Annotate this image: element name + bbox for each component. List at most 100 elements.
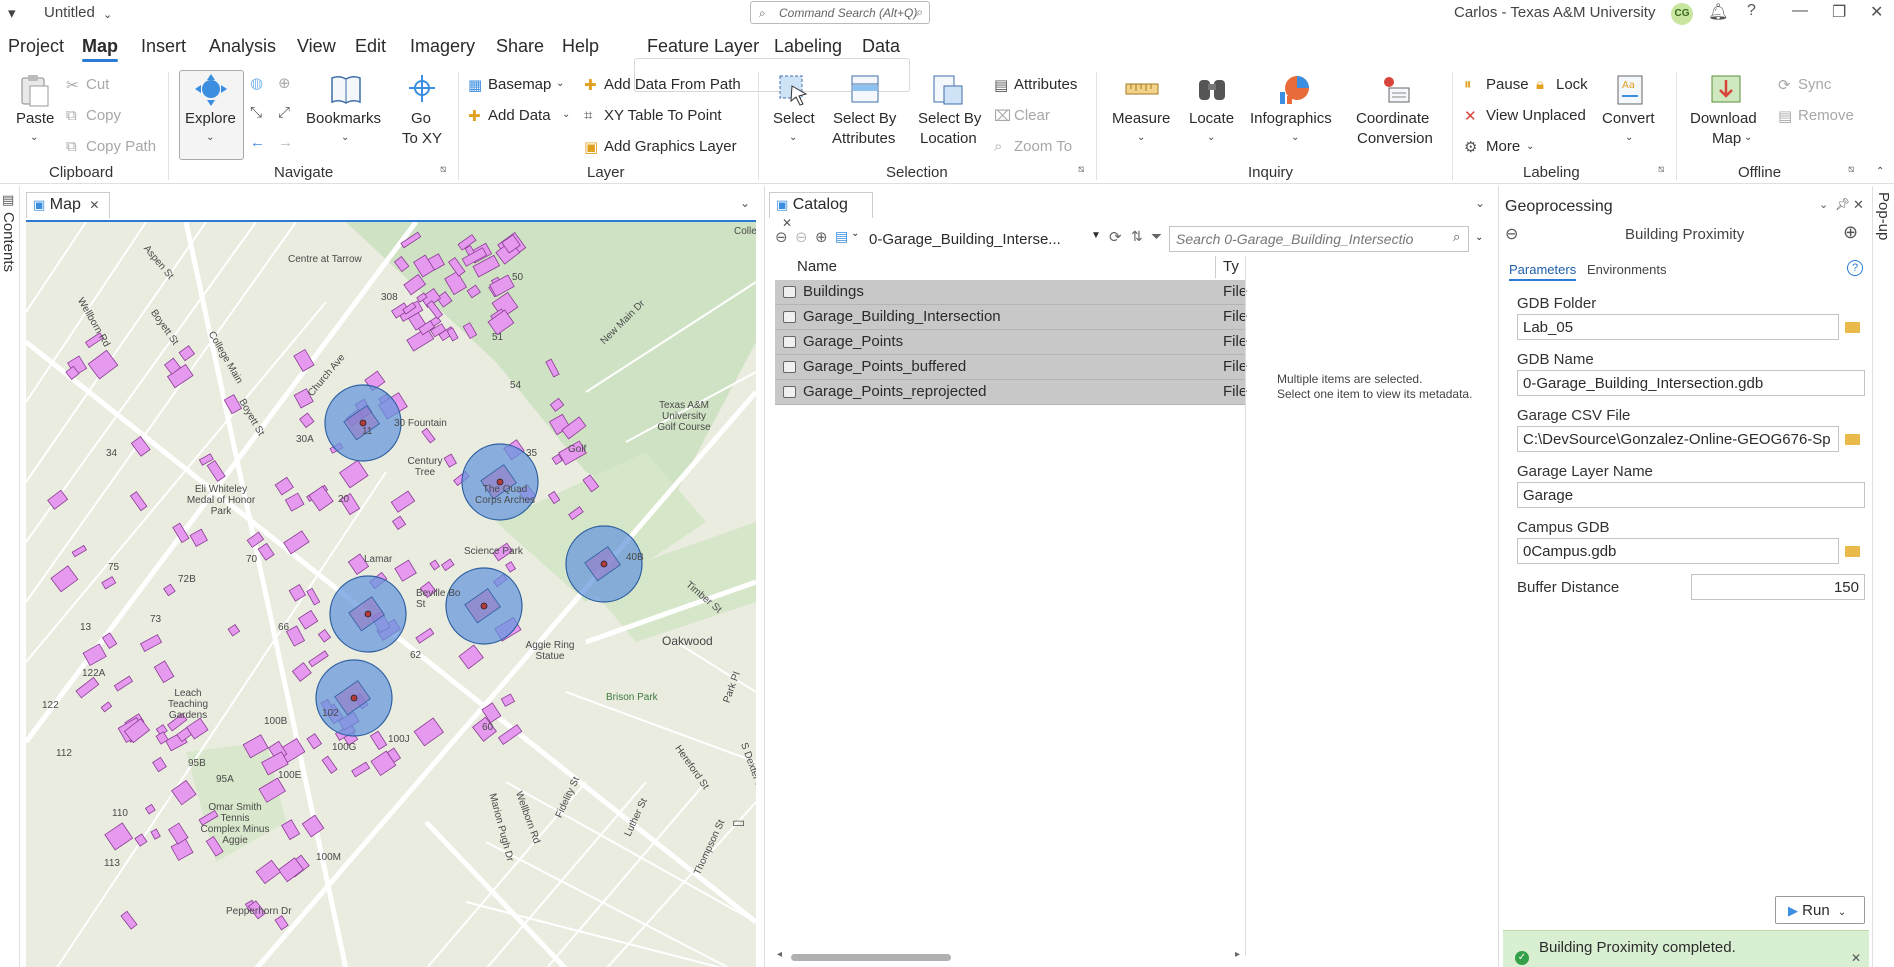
select-by-attributes-line2[interactable]: Attributes (832, 130, 895, 147)
gdb-folder-field[interactable]: Lab_05 (1517, 314, 1839, 340)
select-by-attributes-line1[interactable]: Select By (833, 110, 896, 127)
status-message[interactable]: Building Proximity completed. (1539, 939, 1736, 956)
tab-view[interactable]: View (297, 36, 336, 57)
pin-icon[interactable]: 📌︎ (1835, 197, 1850, 211)
help-icon[interactable]: ? (1847, 260, 1863, 276)
chevron-down-icon[interactable]: ⌄ (740, 196, 750, 210)
restore-icon[interactable]: ❐ (1832, 2, 1846, 22)
coordinate-conversion-line2[interactable]: Conversion (1357, 130, 1433, 147)
select-by-location-line2[interactable]: Location (920, 130, 977, 147)
garage-point[interactable] (480, 602, 488, 610)
garage-point[interactable] (364, 610, 372, 618)
app-menu-icon[interactable]: ▾ (8, 4, 16, 22)
col-type-header[interactable]: Ty (1223, 258, 1239, 275)
catalog-path[interactable]: 0-Garage_Building_Interse... (869, 231, 1061, 248)
garage-layer-name-field[interactable]: Garage (1517, 482, 1865, 508)
table-row[interactable]: Buildings File (775, 280, 1247, 305)
chevron-down-icon[interactable]: ⌄ (1625, 132, 1633, 143)
folder-icon[interactable] (1845, 434, 1860, 445)
garage-point[interactable] (350, 694, 358, 702)
chevron-down-icon[interactable]: ⌄ (1526, 141, 1534, 152)
add-data-button[interactable]: Add Data (488, 107, 551, 124)
forward-icon[interactable]: → (278, 134, 293, 151)
infographics-button[interactable]: Infographics (1250, 110, 1332, 127)
convert-button[interactable]: Convert (1602, 110, 1655, 127)
full-extent-icon[interactable]: ◍ (250, 74, 263, 92)
scroll-right-icon[interactable]: ▸ (1235, 949, 1240, 960)
view-unplaced-button[interactable]: View Unplaced (1486, 107, 1586, 124)
table-row[interactable]: Garage_Points_buffered File (775, 355, 1247, 380)
pause-button[interactable]: Pause (1486, 76, 1529, 93)
lock-button[interactable]: Lock (1556, 76, 1588, 93)
avatar[interactable]: CG (1671, 3, 1693, 25)
remove-button[interactable]: Remove (1798, 107, 1854, 124)
campus-gdb-field[interactable]: 0Campus.gdb (1517, 538, 1839, 564)
chevron-down-icon[interactable]: ⌄ (1207, 132, 1215, 143)
table-row[interactable]: Garage_Points File (775, 330, 1247, 355)
zoom-out-fixed-icon[interactable]: ⤢ (278, 104, 290, 121)
chevron-down-icon[interactable]: ⌄ (556, 78, 564, 89)
contents-tab[interactable]: Contents (0, 212, 17, 272)
close-icon[interactable]: ✕ (1870, 2, 1883, 22)
close-icon[interactable]: ✕ (1851, 951, 1861, 965)
notification-bell-icon[interactable]: 🔔︎ (1708, 2, 1728, 22)
garage-buffer[interactable] (329, 575, 407, 653)
paste-button[interactable]: Paste (16, 110, 54, 127)
download-map-line1[interactable]: Download (1690, 110, 1757, 127)
up-icon[interactable]: ⊕ (815, 228, 828, 246)
collapse-ribbon-icon[interactable]: ⌃ (1876, 166, 1884, 177)
dialog-launcher-icon[interactable]: ⧅ (1848, 164, 1854, 175)
table-row[interactable]: Garage_Building_Intersection File (775, 305, 1247, 330)
select-button[interactable]: Select (773, 110, 815, 127)
tab-environments[interactable]: Environments (1587, 262, 1666, 277)
chevron-down-icon[interactable]: ⌄ (789, 132, 797, 143)
copy-path-button[interactable]: Copy Path (86, 138, 156, 155)
document-title[interactable]: Untitled (44, 4, 95, 21)
basemap-button[interactable]: Basemap (488, 76, 551, 93)
map-canvas[interactable]: Aspen St Wellborn Rd Boyett St College M… (26, 220, 756, 967)
chevron-down-icon[interactable]: ⌄ (206, 132, 214, 143)
coordinate-conversion-line1[interactable]: Coordinate (1356, 110, 1429, 127)
scrollbar-thumb[interactable] (791, 954, 951, 961)
garage-csv-field[interactable]: C:\DevSource\Gonzalez-Online-GEOG676-Sp (1517, 426, 1839, 452)
folder-icon[interactable] (1845, 322, 1860, 333)
download-map-line2[interactable]: Map (1712, 130, 1741, 147)
dialog-launcher-icon[interactable]: ⧅ (1078, 164, 1084, 175)
attributes-button[interactable]: Attributes (1014, 76, 1077, 93)
cut-button[interactable]: Cut (86, 76, 109, 93)
chevron-down-icon[interactable]: ⌄ (30, 132, 38, 143)
chevron-down-icon[interactable]: ⌄ (1744, 132, 1752, 143)
gdb-name-field[interactable]: 0-Garage_Building_Intersection.gdb (1517, 370, 1865, 396)
chevron-down-icon[interactable]: ⌄ (562, 109, 570, 120)
minimize-icon[interactable]: — (1792, 2, 1808, 20)
fixed-zoom-icon[interactable]: ⊕ (278, 74, 291, 92)
chevron-down-icon[interactable]: ⌄ (1838, 907, 1846, 918)
tab-imagery[interactable]: Imagery (410, 36, 475, 57)
back-icon[interactable]: ⊖ (1505, 224, 1518, 244)
chevron-down-icon[interactable]: ⌄ (1475, 232, 1483, 243)
chevron-down-icon[interactable]: ⌄ (1475, 196, 1485, 210)
add-data-from-path-button[interactable]: Add Data From Path (604, 76, 741, 93)
forward-icon[interactable]: ⊖ (795, 228, 808, 246)
chevron-down-icon[interactable]: ⌄ (851, 228, 859, 239)
garage-buffer[interactable] (315, 659, 393, 737)
zoom-in-fixed-icon[interactable]: ⤡ (250, 104, 262, 121)
back-icon[interactable]: ← (250, 134, 265, 151)
chevron-down-icon[interactable]: ⌄ (103, 8, 112, 21)
tab-project[interactable]: Project (8, 36, 64, 57)
refresh-icon[interactable]: ⟳ (1109, 228, 1122, 246)
tab-help[interactable]: Help (562, 36, 599, 57)
table-row[interactable]: Garage_Points_reprojected File (775, 380, 1247, 405)
bookmarks-button[interactable]: Bookmarks (306, 110, 381, 127)
sort-icon[interactable]: ⇅ (1131, 228, 1143, 245)
tab-map-view[interactable]: ▣ Map ✕ (26, 192, 110, 218)
tab-feature-layer[interactable]: Feature Layer (647, 36, 759, 57)
col-name-header[interactable]: Name (797, 258, 837, 275)
xy-table-to-point-button[interactable]: XY Table To Point (604, 107, 722, 124)
chevron-down-icon[interactable]: ⌄ (1819, 198, 1828, 211)
help-icon[interactable]: ? (1747, 2, 1756, 20)
dialog-launcher-icon[interactable]: ⧅ (1658, 164, 1664, 175)
copy-button[interactable]: Copy (86, 107, 121, 124)
zoom-to-button[interactable]: Zoom To (1014, 138, 1072, 155)
search-icon[interactable]: ⌕ (1453, 229, 1460, 245)
